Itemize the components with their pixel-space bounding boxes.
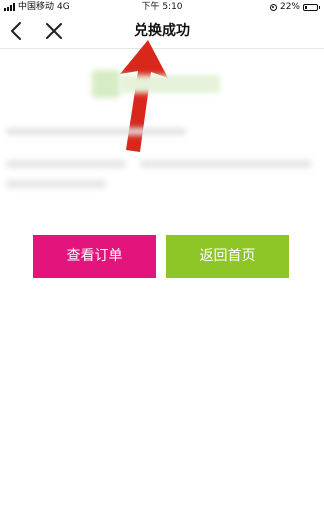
blurred-info-line <box>6 128 186 135</box>
annotation-arrow <box>120 40 168 152</box>
blurred-success-icon <box>92 70 120 98</box>
blurred-detail-line <box>6 160 126 168</box>
battery-fill <box>305 5 307 9</box>
orientation-lock-icon <box>269 3 277 11</box>
battery-icon <box>303 3 318 11</box>
battery-percent: 22% <box>279 2 300 12</box>
status-bar: 中国移动 4G 下午 5:10 22% <box>0 0 324 14</box>
blurred-detail-line <box>140 160 312 168</box>
blurred-success-text <box>120 75 220 93</box>
battery-tip <box>319 5 320 9</box>
view-orders-button[interactable]: 查看订单 <box>33 235 156 278</box>
status-right: 22% <box>269 0 320 14</box>
blurred-detail-line <box>6 180 106 188</box>
return-home-button[interactable]: 返回首页 <box>166 235 289 278</box>
